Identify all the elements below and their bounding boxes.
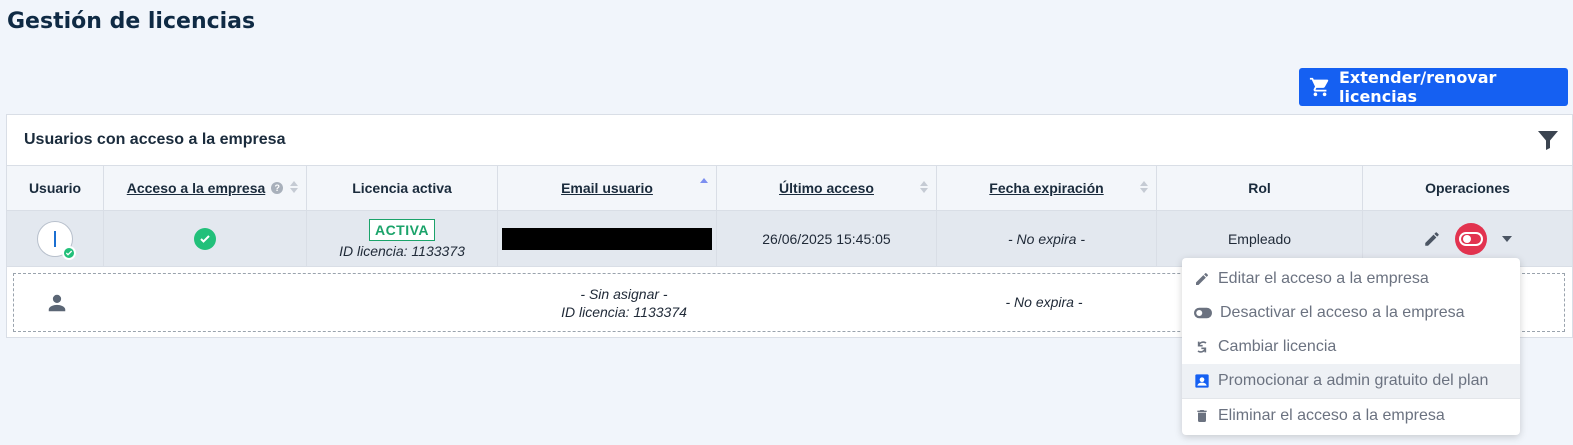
column-header-acceso[interactable]: Acceso a la empresa ? <box>104 166 307 210</box>
license-id: ID licencia: 1133373 <box>339 242 465 259</box>
sort-icon[interactable] <box>920 181 928 193</box>
cart-icon <box>1309 76 1331 98</box>
unassigned-license-id: ID licencia: 1133374 <box>561 304 687 320</box>
column-header-rol: Rol <box>1157 166 1363 210</box>
trash-icon <box>1194 408 1210 424</box>
admin-badge-icon <box>1194 373 1210 389</box>
column-header-operaciones: Operaciones <box>1425 180 1510 196</box>
table-header: Usuario Acceso a la empresa ? Licencia a… <box>7 166 1572 211</box>
operations-dropdown-menu: Editar el acceso a la empresa Desactivar… <box>1182 258 1520 435</box>
column-header-usuario: Usuario <box>7 166 104 210</box>
column-header-email[interactable]: Email usuario <box>498 166 717 210</box>
unassigned-license-info: - Sin asignar - ID licencia: 1133374 <box>514 285 734 321</box>
column-label-acceso[interactable]: Acceso a la empresa <box>127 180 266 196</box>
toggle-icon <box>1194 307 1212 319</box>
license-cell: ACTIVA ID licencia: 1133373 <box>307 211 498 266</box>
menu-item-deactivate-access[interactable]: Desactivar el acceso a la empresa <box>1182 296 1520 330</box>
last-access-cell: 26/06/2025 15:45:05 <box>717 211 937 266</box>
panel-title: Usuarios con acceso a la empresa <box>24 131 286 148</box>
column-header-expiracion[interactable]: Fecha expiración <box>937 166 1157 210</box>
check-icon <box>62 245 76 260</box>
extend-licenses-button[interactable]: Extender/renovar licencias <box>1299 68 1568 106</box>
sort-asc-icon[interactable] <box>700 178 708 183</box>
sort-icon[interactable] <box>290 181 298 193</box>
extend-licenses-label: Extender/renovar licencias <box>1339 68 1497 106</box>
menu-item-promote-admin[interactable]: Promocionar a admin gratuito del plan <box>1182 364 1520 398</box>
menu-item-delete-access[interactable]: Eliminar el acceso a la empresa <box>1182 399 1520 433</box>
person-icon <box>46 292 68 314</box>
column-header-licencia: Licencia activa <box>307 166 498 210</box>
deactivate-toggle-button[interactable] <box>1454 222 1487 255</box>
user-cell <box>7 211 104 266</box>
filter-icon[interactable] <box>1536 128 1560 152</box>
status-badge: ACTIVA <box>368 218 436 241</box>
column-label-ultimo-acceso[interactable]: Último acceso <box>779 180 874 196</box>
menu-item-change-license[interactable]: Cambiar licencia <box>1182 330 1520 364</box>
menu-item-edit-access[interactable]: Editar el acceso a la empresa <box>1182 262 1520 296</box>
edit-icon[interactable] <box>1423 230 1441 248</box>
swap-icon <box>1194 339 1210 355</box>
pencil-icon <box>1194 271 1210 287</box>
unassigned-expiration: - No expira - <box>1005 294 1083 310</box>
help-icon[interactable]: ? <box>271 182 284 194</box>
expiration-cell: - No expira - <box>937 211 1157 266</box>
access-check-icon <box>194 227 216 250</box>
column-label-expiracion[interactable]: Fecha expiración <box>989 180 1103 196</box>
avatar <box>37 220 76 260</box>
access-cell <box>104 211 307 266</box>
email-cell <box>498 211 717 266</box>
unassigned-status: - Sin asignar - <box>580 286 668 302</box>
page-title: Gestión de licencias <box>7 9 256 34</box>
panel-header: Usuarios con acceso a la empresa <box>7 115 1572 166</box>
column-label-email[interactable]: Email usuario <box>561 180 653 196</box>
sort-icon[interactable] <box>1140 181 1148 193</box>
redacted-email <box>502 227 712 250</box>
column-header-ultimo-acceso[interactable]: Último acceso <box>717 166 937 210</box>
chevron-down-icon[interactable] <box>1501 235 1513 243</box>
